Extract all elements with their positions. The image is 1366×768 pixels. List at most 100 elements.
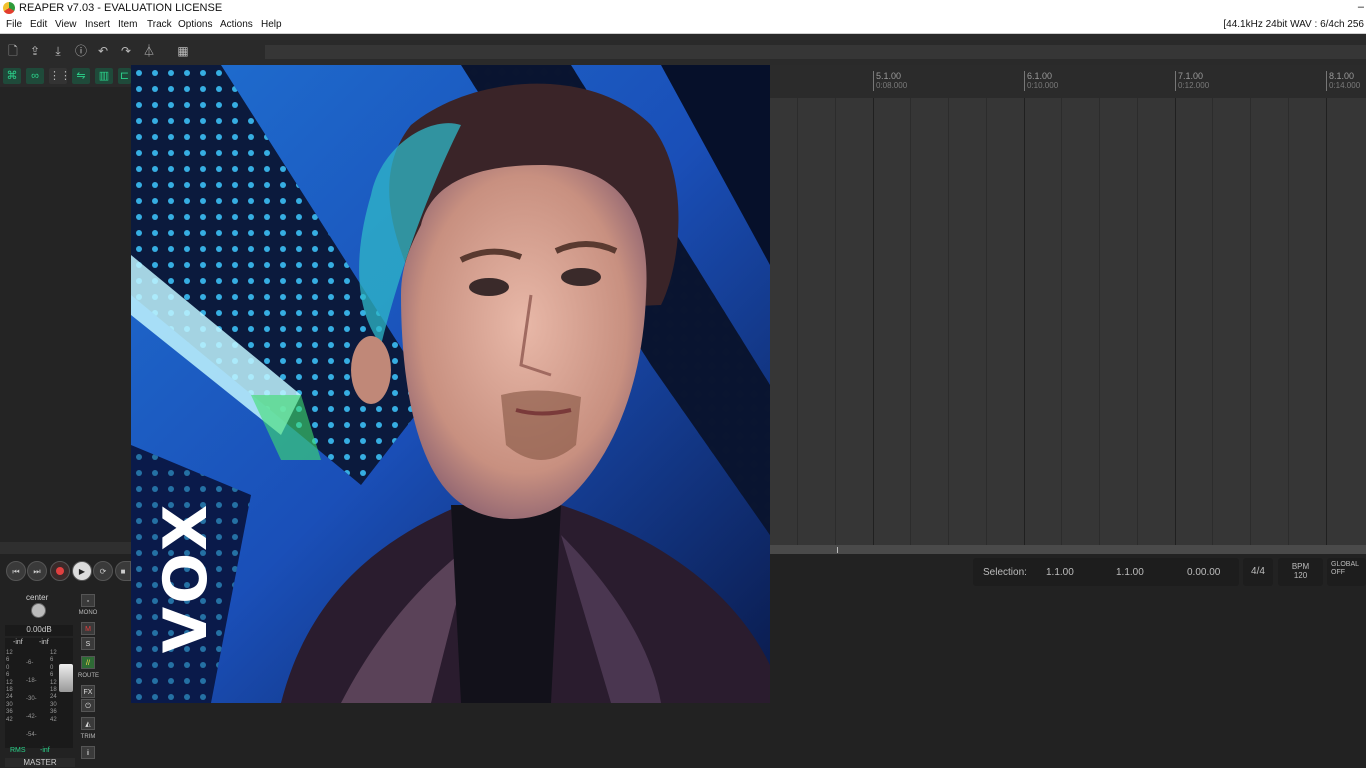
repeat-button[interactable]: ⟳	[93, 561, 113, 581]
title-bar: REAPER v7.03 - EVALUATION LICENSE –	[0, 0, 1366, 17]
grid-line	[1061, 98, 1062, 545]
global-state: OFF	[1331, 569, 1345, 576]
undo-icon[interactable]: ↶	[96, 44, 110, 58]
toolbar-spacer	[265, 45, 1366, 59]
fx-button[interactable]: FX	[81, 685, 95, 698]
open-project-icon[interactable]: ⇪	[28, 44, 42, 58]
menu-insert[interactable]: Insert	[85, 19, 110, 30]
envelope-link-icon[interactable]: ⇋	[72, 68, 90, 84]
reaper-logo-icon	[3, 2, 15, 14]
menu-view[interactable]: View	[55, 19, 77, 30]
ruler-mark: 7.1.00 0:12.000	[1175, 71, 1209, 91]
window-control[interactable]: –	[1358, 1, 1364, 13]
time-signature[interactable]: 4/4	[1243, 558, 1273, 586]
go-to-end-button[interactable]: ⏭	[27, 561, 47, 581]
go-to-start-button[interactable]: ⏮	[6, 561, 26, 581]
menu-item[interactable]: Item	[118, 19, 137, 30]
grid-line	[1137, 98, 1138, 545]
pan-label: center	[26, 593, 49, 602]
volume-readout[interactable]: 0.00dB	[5, 625, 73, 636]
ruler-mark: 6.1.00 0:10.000	[1024, 71, 1058, 91]
grid-line	[1024, 98, 1025, 545]
menu-edit[interactable]: Edit	[30, 19, 47, 30]
trim-icon[interactable]: ◭	[81, 717, 95, 730]
selection-display[interactable]: Selection: 1.1.00 1.1.00 0.00.00	[973, 558, 1239, 586]
window-title: REAPER v7.03 - EVALUATION LICENSE	[19, 2, 223, 14]
horizontal-scrollbar[interactable]	[770, 545, 1366, 554]
menu-bar: File Edit View Insert Item Track Options…	[0, 17, 1366, 34]
main-toolbar: 🗋 ⇪ ⤓ ⓘ ↶ ↷ ⏃ ▦	[0, 34, 1366, 65]
edit-toolbar: ⌘ ∞ ⋮⋮ ⇋ ▥ ⊏	[0, 65, 131, 87]
master-label: MASTER	[5, 758, 75, 767]
info-button[interactable]: i	[81, 746, 95, 759]
bpm-label: BPM	[1291, 562, 1310, 571]
vox-text: VOX	[151, 500, 221, 654]
overlay-photo: VOX	[131, 65, 770, 703]
meter-scale-right: 12 6 0 6 12 18 24 30 36 42	[50, 650, 57, 723]
new-project-icon[interactable]: 🗋	[6, 44, 20, 58]
master-fader[interactable]	[59, 664, 73, 692]
peak-left: -inf	[13, 639, 23, 646]
portrait-illustration	[131, 65, 770, 703]
auto-crossfade-icon[interactable]: ▥	[95, 68, 113, 84]
grid-line	[910, 98, 911, 545]
selection-start[interactable]: 1.1.00	[1046, 567, 1074, 578]
grid-line	[1099, 98, 1100, 545]
grid-line	[873, 98, 874, 545]
snap-grid-icon[interactable]: ⋮⋮	[49, 68, 71, 84]
mono-label: MONO	[78, 610, 98, 616]
grid-line	[835, 98, 836, 545]
audio-format-status[interactable]: [44.1kHz 24bit WAV : 6/4ch 256	[1223, 19, 1364, 30]
grid-line	[1212, 98, 1213, 545]
grid-line	[797, 98, 798, 545]
menu-file[interactable]: File	[6, 19, 22, 30]
grid-line	[1326, 98, 1327, 545]
meter-scale-left: 12 6 0 6 12 18 24 30 36 42	[6, 650, 13, 723]
record-button[interactable]	[50, 561, 70, 581]
selection-length[interactable]: 0.00.00	[1187, 567, 1220, 578]
save-project-icon[interactable]: ⤓	[51, 44, 65, 58]
route-icon[interactable]: //	[81, 656, 95, 669]
fx-bypass-icon[interactable]: ⏻	[81, 699, 95, 712]
menu-help[interactable]: Help	[261, 19, 282, 30]
menu-actions[interactable]: Actions	[220, 19, 253, 30]
menu-options[interactable]: Options	[178, 19, 212, 30]
project-settings-icon[interactable]: ⓘ	[74, 44, 88, 58]
mute-button[interactable]: M	[81, 622, 95, 635]
track-control-panel[interactable]	[0, 87, 131, 542]
selection-end[interactable]: 1.1.00	[1116, 567, 1144, 578]
grid-line	[986, 98, 987, 545]
vox-watermark: VOX	[151, 475, 221, 675]
global-automation[interactable]: GLOBAL OFF	[1327, 558, 1366, 586]
menu-track[interactable]: Track	[147, 19, 172, 30]
bpm-value[interactable]: 120	[1278, 571, 1323, 580]
metronome-icon[interactable]: ⏃	[142, 44, 156, 58]
redo-icon[interactable]: ↷	[119, 44, 133, 58]
divider	[0, 542, 131, 554]
grid-line	[1175, 98, 1176, 545]
mono-button[interactable]: ▫	[81, 594, 95, 607]
grid-icon[interactable]: ▦	[176, 44, 190, 58]
master-channel: center 0.00dB -inf -inf 12 6 0 6 12 18 24 30 36 4…	[0, 590, 100, 768]
meter-scale-mid: -6- -18- -30- -42- -54-	[26, 660, 37, 738]
item-grouping-icon[interactable]: ∞	[26, 68, 44, 84]
play-button[interactable]: ▶	[72, 561, 92, 581]
locking-icon[interactable]: ⊏	[118, 68, 131, 84]
rms-value: -inf	[40, 747, 50, 754]
stop-button[interactable]: ■	[115, 561, 131, 581]
bpm-display[interactable]: BPM 120	[1278, 558, 1323, 586]
trim-label: TRIM	[80, 734, 96, 740]
ripple-edit-icon[interactable]: ⌘	[3, 68, 21, 84]
timeline-ruler[interactable]: 5.1.00 0:08.000 6.1.00 0:10.000 7.1.00 0:12…	[770, 65, 1366, 98]
solo-button[interactable]: S	[81, 637, 95, 650]
scrollbar-thumb[interactable]	[837, 547, 838, 553]
rms-label: RMS	[10, 747, 26, 754]
grid-line	[948, 98, 949, 545]
grid-line	[1288, 98, 1289, 545]
route-label: ROUTE	[78, 673, 99, 679]
peak-right: -inf	[39, 639, 49, 646]
global-label: GLOBAL	[1331, 561, 1360, 568]
pan-knob[interactable]	[31, 603, 46, 618]
arrange-view[interactable]: 5.1.00 0:08.000 6.1.00 0:10.000 7.1.00 0:12…	[770, 65, 1366, 545]
master-meter: -inf -inf 12 6 0 6 12 18 24 30 36 42 -6- -18- -30- -…	[5, 638, 73, 748]
